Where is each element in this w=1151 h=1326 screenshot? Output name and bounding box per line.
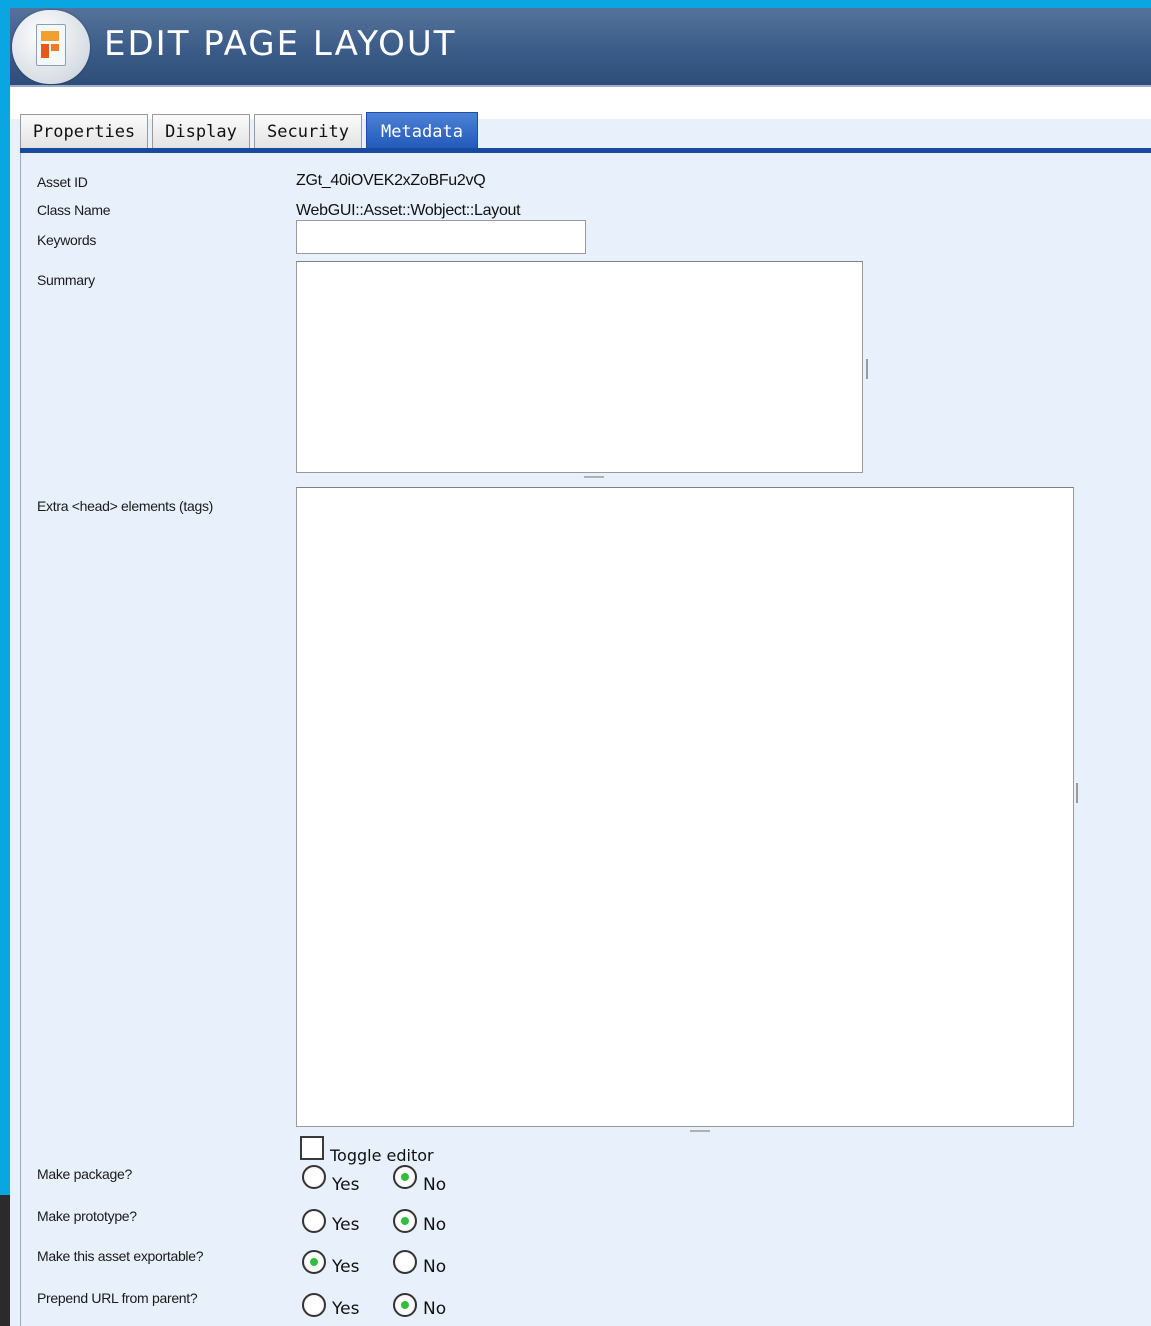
make-package-label: Make package? bbox=[37, 1166, 132, 1182]
tab-properties[interactable]: Properties bbox=[20, 114, 148, 148]
exportable-yes-radio[interactable] bbox=[302, 1250, 326, 1274]
asset-id-label: Asset ID bbox=[37, 174, 88, 190]
prepend-url-no-radio[interactable] bbox=[393, 1293, 417, 1317]
make-prototype-no-label: No bbox=[423, 1215, 447, 1235]
window-title: EDIT PAGE LAYOUT bbox=[104, 24, 457, 64]
tab-display[interactable]: Display bbox=[152, 114, 250, 148]
tab-security[interactable]: Security bbox=[254, 114, 362, 148]
make-package-yes-label: Yes bbox=[332, 1175, 360, 1195]
make-prototype-label: Make prototype? bbox=[37, 1208, 137, 1224]
extra-head-resize-bottom[interactable] bbox=[690, 1130, 710, 1132]
exportable-no-radio[interactable] bbox=[393, 1250, 417, 1274]
keywords-input[interactable] bbox=[296, 220, 586, 254]
prepend-url-label: Prepend URL from parent? bbox=[37, 1290, 198, 1306]
exportable-no-label: No bbox=[423, 1257, 447, 1277]
class-name-value: WebGUI::Asset::Wobject::Layout bbox=[296, 202, 521, 219]
toggle-editor-checkbox[interactable] bbox=[300, 1136, 324, 1160]
desktop-strip bbox=[0, 1195, 10, 1326]
toggle-editor-label: Toggle editor bbox=[330, 1146, 434, 1165]
extra-head-textarea[interactable] bbox=[296, 487, 1074, 1127]
metadata-panel: Asset ID ZGt_40iOVEK2xZoBFu2vQ Class Nam… bbox=[20, 153, 1151, 1326]
make-prototype-no-radio[interactable] bbox=[393, 1209, 417, 1233]
page-layout-icon bbox=[12, 10, 90, 84]
class-name-label: Class Name bbox=[37, 202, 111, 218]
prepend-url-yes-radio[interactable] bbox=[302, 1293, 326, 1317]
prepend-url-yes-label: Yes bbox=[332, 1299, 360, 1319]
make-package-no-label: No bbox=[423, 1175, 447, 1195]
exportable-label: Make this asset exportable? bbox=[37, 1248, 204, 1264]
make-prototype-yes-radio[interactable] bbox=[302, 1209, 326, 1233]
edit-page-layout-window: EDIT PAGE LAYOUT Properties Display Secu… bbox=[10, 8, 1151, 1326]
summary-label: Summary bbox=[37, 272, 95, 288]
exportable-yes-label: Yes bbox=[332, 1257, 360, 1277]
tab-metadata[interactable]: Metadata bbox=[366, 112, 478, 150]
extra-head-label: Extra <head> elements (tags) bbox=[37, 498, 214, 514]
title-bar: EDIT PAGE LAYOUT bbox=[10, 8, 1151, 87]
summary-resize-handle[interactable] bbox=[866, 359, 868, 379]
prepend-url-no-label: No bbox=[423, 1299, 447, 1319]
make-prototype-yes-label: Yes bbox=[332, 1215, 360, 1235]
make-package-yes-radio[interactable] bbox=[302, 1165, 326, 1189]
keywords-label: Keywords bbox=[37, 232, 97, 248]
summary-textarea[interactable] bbox=[296, 261, 863, 473]
extra-head-resize-handle[interactable] bbox=[1076, 783, 1078, 803]
summary-resize-bottom[interactable] bbox=[584, 476, 604, 478]
asset-id-value: ZGt_40iOVEK2xZoBFu2vQ bbox=[296, 172, 486, 189]
make-package-no-radio[interactable] bbox=[393, 1165, 417, 1189]
